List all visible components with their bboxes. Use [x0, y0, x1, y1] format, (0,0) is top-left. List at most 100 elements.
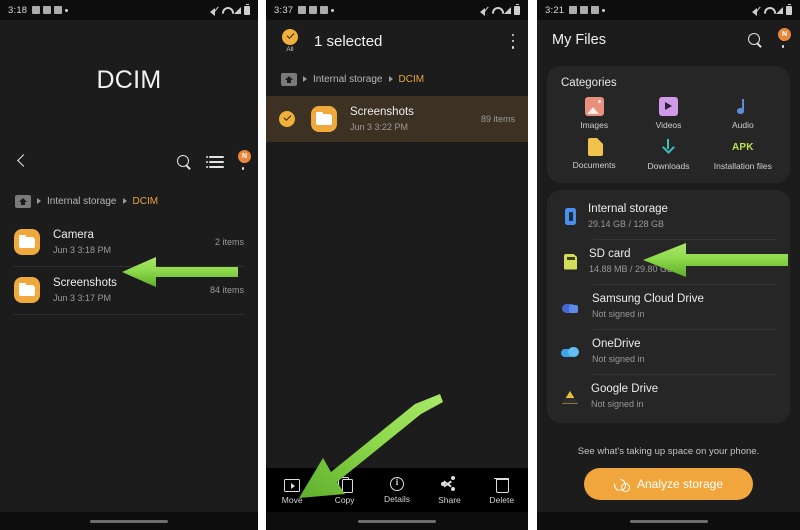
file-list-left: Camera Jun 3 3:18 PM 2 items Screenshots… [0, 218, 258, 315]
list-item-screenshots-selected[interactable]: Screenshots Jun 3 3:22 PM 89 items [266, 96, 528, 142]
file-name: Screenshots [53, 276, 117, 289]
move-label: Move [281, 494, 303, 505]
category-label: Videos [655, 120, 682, 130]
phone-panel-right: 3:21 My Files N Categories Images Videos… [537, 0, 800, 530]
panel-right-body: My Files N Categories Images Videos Audi… [537, 20, 800, 530]
folder-icon [311, 106, 337, 132]
file-count: 84 items [209, 285, 244, 295]
storage-text: SD card 14.88 MB / 29.80 GB [589, 247, 673, 276]
photo-icon [54, 6, 63, 14]
more-options-icon[interactable]: N [778, 27, 791, 48]
images-icon [584, 97, 604, 116]
category-audio[interactable]: Audio [706, 97, 780, 130]
delete-icon [493, 476, 510, 493]
delete-label: Delete [489, 494, 515, 505]
categories-card: Categories Images Videos Audio Documents… [547, 66, 790, 183]
storage-name: Samsung Cloud Drive [592, 293, 704, 305]
storage-item-google-drive[interactable]: Google Drive Not signed in [547, 374, 790, 419]
dot-icon [331, 8, 335, 12]
battery-icon [514, 3, 520, 15]
copy-icon [337, 476, 353, 493]
analyze-button-label: Analyze storage [636, 477, 724, 491]
more-options-icon[interactable]: N [238, 149, 251, 170]
list-item-screenshots[interactable]: Screenshots Jun 3 3:17 PM 84 items [0, 266, 258, 314]
storage-text: Internal storage 29.14 GB / 128 GB [588, 202, 668, 231]
list-item-camera[interactable]: Camera Jun 3 3:18 PM 2 items [0, 218, 258, 266]
screenshot-stage: 3:18 DCIM N Internal storage DCIM Camera… [0, 0, 800, 530]
selection-count-title: 1 selected [314, 32, 383, 50]
documents-icon [587, 138, 603, 156]
storage-item-internal[interactable]: Internal storage 29.14 GB / 128 GB [547, 194, 790, 239]
check-icon[interactable] [279, 111, 295, 127]
dot-icon [65, 8, 69, 12]
file-date: Jun 3 3:17 PM [53, 292, 112, 303]
mute-icon [210, 6, 219, 16]
details-icon [390, 476, 405, 491]
file-date: Jun 3 3:22 PM [350, 121, 409, 132]
mute-icon [480, 6, 489, 16]
category-videos[interactable]: Videos [631, 97, 705, 130]
category-images[interactable]: Images [557, 97, 631, 130]
nav-gesture-bar[interactable] [266, 512, 528, 530]
status-time: 3:18 [8, 4, 28, 16]
storage-text: OneDrive Not signed in [592, 337, 645, 366]
categories-title: Categories [561, 77, 617, 89]
photo-icon [298, 6, 307, 14]
list-view-icon[interactable] [205, 155, 224, 168]
status-bar-right: 3:21 [537, 0, 800, 20]
analyze-storage-button[interactable]: Analyze storage [583, 468, 754, 500]
selection-header: All 1 selected [266, 20, 528, 62]
analyze-storage-section: See what's taking up space on your phone… [537, 446, 800, 512]
storage-sub: Not signed in [591, 399, 644, 409]
category-label: Audio [731, 120, 754, 130]
storage-sub: 29.14 GB / 128 GB [588, 219, 665, 229]
storage-sub: Not signed in [592, 354, 645, 364]
home-icon[interactable] [281, 72, 297, 86]
select-all-toggle[interactable]: All [279, 28, 301, 54]
back-icon[interactable] [13, 152, 33, 172]
breadcrumb-segment-internal-storage[interactable]: Internal storage [47, 196, 117, 207]
category-installation-files[interactable]: APK Installation files [706, 138, 780, 171]
storage-item-sd-card[interactable]: SD card 14.88 MB / 29.80 GB [547, 239, 790, 284]
search-icon[interactable] [748, 32, 763, 48]
action-icons: N [177, 149, 251, 170]
panel-middle-body: All 1 selected Internal storage DCIM Scr… [266, 20, 528, 530]
move-button[interactable]: Move [266, 476, 318, 505]
home-icon[interactable] [15, 194, 31, 208]
breadcrumb-segment-dcim[interactable]: DCIM [399, 74, 425, 85]
delete-button[interactable]: Delete [476, 476, 528, 505]
copy-button[interactable]: Copy [318, 476, 370, 505]
wifi-icon [222, 6, 231, 14]
breadcrumb-segment-dcim[interactable]: DCIM [133, 196, 159, 207]
select-all-label: All [286, 46, 294, 54]
phone-panel-left: 3:18 DCIM N Internal storage DCIM Camera… [0, 0, 258, 530]
storage-sub: Not signed in [592, 309, 645, 319]
status-bar-middle: 3:37 [266, 0, 528, 20]
category-downloads[interactable]: Downloads [631, 138, 705, 171]
phone-panel-middle: 3:37 All 1 selected Internal storage DCI… [266, 0, 528, 530]
category-documents[interactable]: Documents [557, 138, 631, 171]
category-label: Installation files [713, 161, 772, 171]
notification-badge: N [778, 27, 791, 41]
sd-card-icon [564, 253, 577, 270]
nav-gesture-bar[interactable] [0, 512, 258, 530]
file-text: Camera Jun 3 3:18 PM [53, 228, 207, 257]
nav-gesture-bar[interactable] [537, 512, 800, 530]
breadcrumb: Internal storage DCIM [266, 62, 528, 96]
status-notification-icons [569, 6, 606, 14]
search-icon[interactable] [177, 154, 192, 170]
page-title: DCIM [96, 65, 162, 94]
details-label: Details [384, 493, 410, 504]
storage-list-card: Internal storage 29.14 GB / 128 GB SD ca… [547, 190, 790, 423]
status-system-icons [210, 3, 250, 16]
breadcrumb-segment-internal-storage[interactable]: Internal storage [313, 74, 383, 85]
storage-item-samsung-cloud-drive[interactable]: Samsung Cloud Drive Not signed in [547, 284, 790, 329]
share-icon [441, 475, 457, 492]
check-icon [282, 28, 298, 45]
details-button[interactable]: Details [371, 476, 423, 504]
more-options-icon[interactable] [511, 33, 515, 49]
photo-icon [591, 6, 600, 14]
share-button[interactable]: Share [423, 475, 475, 505]
storage-item-onedrive[interactable]: OneDrive Not signed in [547, 329, 790, 374]
folder-icon [14, 277, 40, 303]
